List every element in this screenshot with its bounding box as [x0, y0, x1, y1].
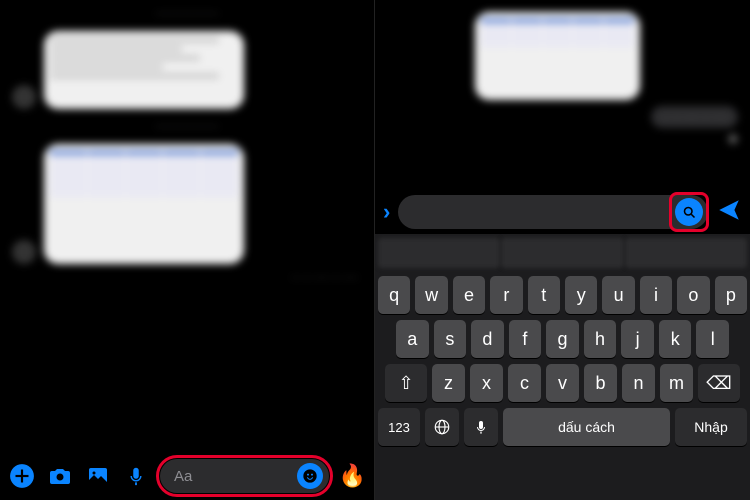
photo-icon [86, 464, 110, 488]
keyboard-row: 123 dấu cách Nhập [378, 408, 747, 446]
dictation-key[interactable] [464, 408, 498, 446]
read-receipt-avatar [728, 134, 738, 144]
key-r[interactable]: r [490, 276, 522, 314]
key-n[interactable]: n [622, 364, 655, 402]
numbers-key[interactable]: 123 [378, 408, 420, 446]
reaction-button[interactable]: 🔥 [339, 463, 366, 489]
chat-scroll-area[interactable]: ··· ··· ····· ··· ····· [375, 0, 750, 185]
microphone-icon [125, 465, 147, 487]
suggestion-item[interactable] [501, 238, 623, 268]
message-timestamp: ··················· [0, 8, 374, 19]
key-m[interactable]: m [660, 364, 693, 402]
key-l[interactable]: l [696, 320, 729, 358]
voice-button[interactable] [122, 462, 150, 490]
shift-key[interactable]: ⇧ [385, 364, 427, 402]
key-h[interactable]: h [584, 320, 617, 358]
send-button[interactable] [716, 197, 742, 228]
microphone-icon [473, 419, 489, 435]
key-c[interactable]: c [508, 364, 541, 402]
reply-bubble[interactable]: ··· ··· ····· ··· ····· [651, 106, 738, 128]
search-input[interactable] [398, 195, 708, 229]
key-v[interactable]: v [546, 364, 579, 402]
add-button[interactable] [8, 462, 36, 490]
globe-key[interactable] [425, 408, 459, 446]
message-row [0, 27, 374, 113]
key-i[interactable]: i [640, 276, 672, 314]
reply-row: ··· ··· ····· ··· ····· [375, 100, 750, 134]
keyboard-suggestions [378, 238, 747, 268]
search-bar: › [375, 190, 750, 234]
emoji-button[interactable] [297, 463, 323, 489]
avatar[interactable] [12, 85, 36, 109]
message-row [0, 140, 374, 268]
suggestion-item[interactable] [625, 238, 747, 268]
suggestion-item[interactable] [378, 238, 500, 268]
key-g[interactable]: g [546, 320, 579, 358]
search-button[interactable] [675, 198, 703, 226]
keyboard-row: ⇧ zxcvbnm ⌫ [378, 364, 747, 402]
keyboard-row: qwertyuiop [378, 276, 747, 314]
key-e[interactable]: e [453, 276, 485, 314]
key-u[interactable]: u [602, 276, 634, 314]
emoji-icon [302, 468, 318, 484]
key-z[interactable]: z [432, 364, 465, 402]
message-bubble[interactable] [44, 144, 244, 264]
photo-button[interactable] [84, 462, 112, 490]
camera-icon [48, 464, 72, 488]
input-placeholder: Aa [174, 468, 297, 485]
key-w[interactable]: w [415, 276, 447, 314]
chat-panel-left: ··················· ··················· [0, 0, 375, 500]
key-d[interactable]: d [471, 320, 504, 358]
chat-panel-right: ··· ··· ····· ··· ····· › qwertyuiop asd… [375, 0, 750, 500]
keyboard-row: asdfghjkl [378, 320, 747, 358]
globe-icon [433, 418, 451, 436]
keyboard: qwertyuiop asdfghjkl ⇧ zxcvbnm ⌫ 123 dấu… [375, 234, 750, 500]
key-s[interactable]: s [434, 320, 467, 358]
message-bubble[interactable] [475, 12, 640, 100]
chat-scroll-area[interactable]: ··················· ··················· [0, 0, 374, 452]
key-x[interactable]: x [470, 364, 503, 402]
enter-key[interactable]: Nhập [675, 408, 747, 446]
key-o[interactable]: o [677, 276, 709, 314]
message-input[interactable]: Aa [160, 459, 329, 493]
camera-button[interactable] [46, 462, 74, 490]
backspace-key[interactable]: ⌫ [698, 364, 740, 402]
avatar[interactable] [12, 240, 36, 264]
space-key[interactable]: dấu cách [503, 408, 670, 446]
key-j[interactable]: j [621, 320, 654, 358]
key-t[interactable]: t [528, 276, 560, 314]
key-a[interactable]: a [396, 320, 429, 358]
message-timestamp: ··················· [0, 121, 374, 132]
key-b[interactable]: b [584, 364, 617, 402]
key-q[interactable]: q [378, 276, 410, 314]
key-k[interactable]: k [659, 320, 692, 358]
reply-status: ··· ··· ····· ··· ····· [0, 268, 374, 286]
expand-button[interactable]: › [383, 199, 390, 225]
send-icon [716, 197, 742, 223]
message-bubble[interactable] [44, 31, 244, 109]
composer-bar: Aa 🔥 [0, 452, 374, 500]
key-y[interactable]: y [565, 276, 597, 314]
key-f[interactable]: f [509, 320, 542, 358]
plus-icon [9, 463, 35, 489]
tutorial-highlight [669, 192, 709, 232]
key-p[interactable]: p [715, 276, 747, 314]
